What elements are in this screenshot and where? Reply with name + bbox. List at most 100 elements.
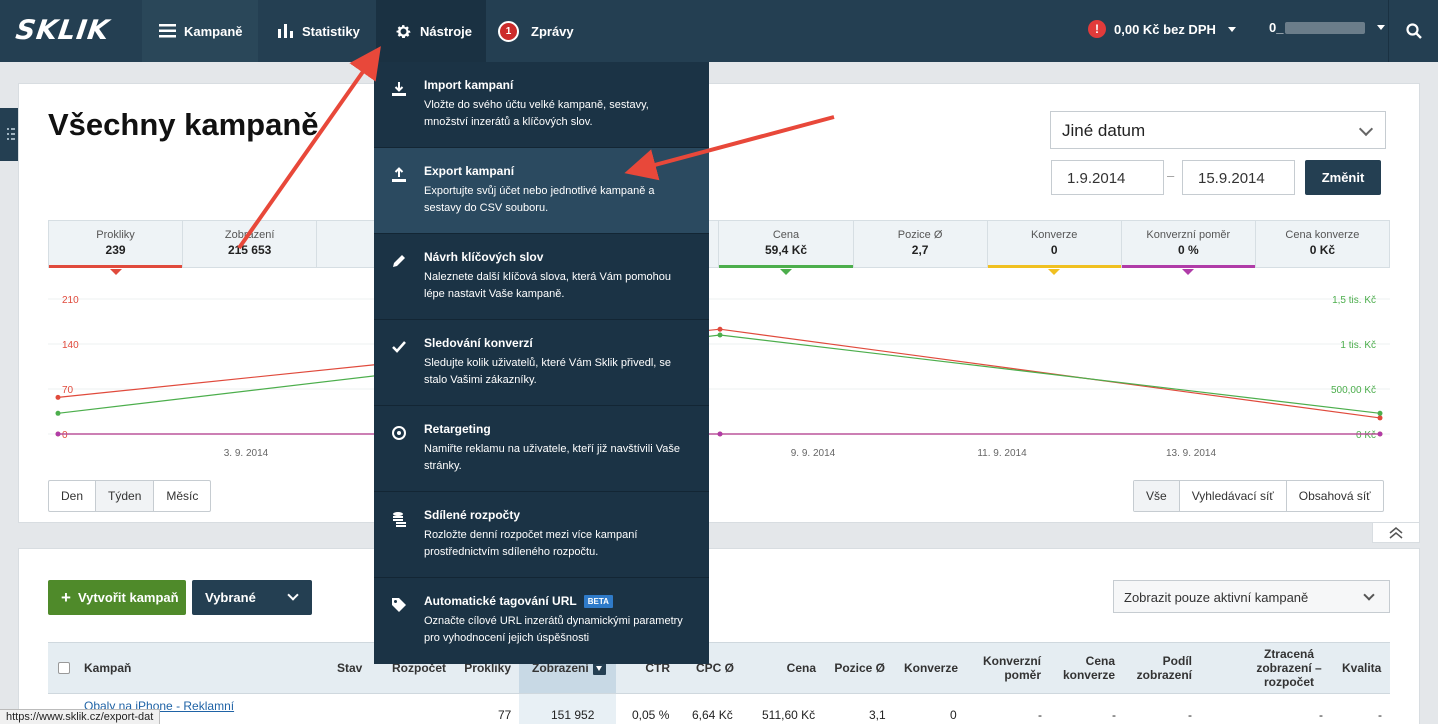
network-all-button[interactable]: Vše xyxy=(1134,481,1180,511)
col-cost[interactable]: Cena xyxy=(748,643,816,693)
metric-cost[interactable]: Cena 59,4 Kč xyxy=(719,221,854,275)
col-lost-impressions[interactable]: Ztracená zobrazení – rozpočet xyxy=(1244,643,1334,693)
search-button[interactable] xyxy=(1388,0,1438,62)
col-quality[interactable]: Kvalita xyxy=(1342,643,1381,693)
collapse-chart-button[interactable] xyxy=(1372,523,1420,543)
col-conversions[interactable]: Konverze xyxy=(888,643,958,693)
tag-icon xyxy=(390,596,408,614)
menu-item-description: Vložte do svého účtu velké kampaně, sest… xyxy=(424,99,649,128)
date-separator: – xyxy=(1167,168,1175,183)
y-axis-right-tick-label: 500,00 Kč xyxy=(1331,385,1376,396)
chart-data-point xyxy=(717,332,723,338)
campaign-filter-label: Zobrazit pouze aktivní kampaně xyxy=(1124,590,1309,605)
menu-item-description: Rozložte denní rozpočet mezi více kampan… xyxy=(424,529,638,558)
col-conversion-rate[interactable]: Konverzní poměr xyxy=(973,643,1041,693)
select-all-checkbox[interactable] xyxy=(58,662,70,674)
sklik-logo[interactable]: SKLIK xyxy=(14,15,112,46)
menu-item-keyword-suggestions[interactable]: Návrh klíčových slov Naleznete další klí… xyxy=(374,234,709,320)
menu-item-conversion-tracking[interactable]: Sledování konverzí Sledujte kolik uživat… xyxy=(374,320,709,406)
metric-color-bar xyxy=(987,265,1121,268)
metric-conversions[interactable]: Konverze 0 xyxy=(987,221,1122,275)
network-content-button[interactable]: Obsahová síť xyxy=(1287,481,1383,511)
check-icon xyxy=(390,338,408,356)
granularity-month-button[interactable]: Měsíc xyxy=(154,481,210,511)
granularity-day-button[interactable]: Den xyxy=(49,481,97,511)
warning-icon: ! xyxy=(1088,20,1106,38)
cell-conversion-cost: - xyxy=(1112,708,1116,722)
nav-statistics[interactable]: Statistiky xyxy=(262,0,374,62)
chart-data-point xyxy=(1377,410,1383,416)
menu-item-retargeting[interactable]: Retargeting Namiřte reklamu na uživatele… xyxy=(374,406,709,492)
cell-conversion-rate: - xyxy=(1038,708,1042,722)
metric-clicks[interactable]: Prokliky 239 xyxy=(49,221,184,275)
metric-label: Cena konverze xyxy=(1285,229,1360,241)
cell-quality: - xyxy=(1378,708,1382,722)
browser-status-url: https://www.sklik.cz/export-dat xyxy=(0,709,161,724)
chart-series-line xyxy=(57,328,1381,419)
user-menu[interactable]: 0_ xyxy=(1269,20,1386,35)
chart-data-point xyxy=(1377,431,1383,437)
menu-item-title: Sledování konverzí xyxy=(424,336,533,350)
menu-item-import-campaigns[interactable]: Import kampaní Vložte do svého účtu velk… xyxy=(374,62,709,148)
import-icon xyxy=(390,80,408,98)
chevron-down-icon xyxy=(1363,589,1375,601)
x-axis-tick-label: 13. 9. 2014 xyxy=(1166,448,1216,459)
menu-item-title: Návrh klíčových slov xyxy=(424,250,544,264)
metric-value: 215 653 xyxy=(227,243,272,257)
cell-ctr: 0,05 % xyxy=(632,708,670,722)
search-icon xyxy=(1405,23,1422,39)
bulk-actions-label: Vybrané xyxy=(205,590,256,605)
campaign-filter-select[interactable]: Zobrazit pouze aktivní kampaně xyxy=(1113,580,1390,613)
metric-label: Konverzní poměr xyxy=(1146,229,1231,241)
network-search-button[interactable]: Vyhledávací síť xyxy=(1180,481,1287,511)
bulk-actions-select[interactable]: Vybrané xyxy=(192,580,312,615)
metric-label: Cena xyxy=(772,229,800,241)
y-axis-left-tick-label: 210 xyxy=(62,295,79,306)
metric-impressions[interactable]: Zobrazení 215 653 xyxy=(183,221,318,268)
x-axis-tick-label: 11. 9. 2014 xyxy=(977,448,1027,459)
chart-data-point xyxy=(717,431,723,437)
bar-chart-icon xyxy=(278,24,294,38)
chart-data-point xyxy=(717,326,723,332)
menu-item-export-campaigns[interactable]: Export kampaní Exportujte svůj účet nebo… xyxy=(374,148,709,234)
menu-icon xyxy=(159,24,176,38)
date-from-field[interactable]: 1.9.2014 xyxy=(1051,160,1164,195)
metric-indicator-icon xyxy=(1048,269,1061,275)
date-range-select[interactable]: Jiné datum xyxy=(1050,111,1386,149)
metric-color-bar xyxy=(183,265,316,268)
chevron-down-icon xyxy=(1227,26,1236,32)
chart-data-point xyxy=(55,410,61,416)
col-status[interactable]: Stav xyxy=(337,643,362,693)
nav-tools-label: Nástroje xyxy=(420,23,473,39)
granularity-week-button[interactable]: Týden xyxy=(96,481,155,511)
credit-balance[interactable]: ! 0,00 Kč bez DPH xyxy=(1088,20,1236,38)
metric-value: 0 xyxy=(1050,243,1058,257)
metric-value: 0 % xyxy=(1177,243,1199,257)
metric-position[interactable]: Pozice Ø 2,7 xyxy=(854,221,988,267)
create-campaign-button[interactable]: + Vytvořit kampaň xyxy=(48,580,186,615)
nav-campaigns[interactable]: Kampaně xyxy=(142,0,258,62)
metric-color-bar xyxy=(719,265,853,268)
apply-date-button[interactable]: Změnit xyxy=(1305,160,1381,195)
nav-tools[interactable]: Nástroje xyxy=(376,0,486,62)
cell-cost: 511,60 Kč xyxy=(762,708,816,722)
menu-item-description: Naleznete další klíčová slova, která Vám… xyxy=(424,271,672,300)
col-impression-share[interactable]: Podíl zobrazení xyxy=(1123,643,1192,693)
metric-indicator-icon xyxy=(780,269,793,275)
nav-messages[interactable]: 1 Zprávy xyxy=(498,0,588,62)
metric-conversion-cost[interactable]: Cena konverze 0 Kč xyxy=(1256,221,1389,267)
col-position[interactable]: Pozice Ø xyxy=(818,643,885,693)
date-to-field[interactable]: 15.9.2014 xyxy=(1182,160,1295,195)
col-campaign[interactable]: Kampaň xyxy=(84,643,131,693)
user-name: 0_ xyxy=(1269,20,1284,35)
x-axis-tick-label: 9. 9. 2014 xyxy=(791,448,836,459)
y-axis-left-tick-label: 70 xyxy=(62,385,74,396)
menu-item-url-tagging[interactable]: Automatické tagování URL BETA Označte cíl… xyxy=(374,578,709,664)
menu-item-shared-budgets[interactable]: Sdílené rozpočty Rozložte denní rozpočet… xyxy=(374,492,709,578)
chevron-down-icon xyxy=(1377,25,1386,30)
metric-conversion-rate[interactable]: Konverzní poměr 0 % xyxy=(1121,221,1256,275)
nav-statistics-label: Statistiky xyxy=(302,23,360,39)
pencil-icon xyxy=(390,252,408,270)
col-conversion-cost[interactable]: Cena konverze xyxy=(1048,643,1115,693)
metric-indicator-icon xyxy=(1316,269,1328,275)
